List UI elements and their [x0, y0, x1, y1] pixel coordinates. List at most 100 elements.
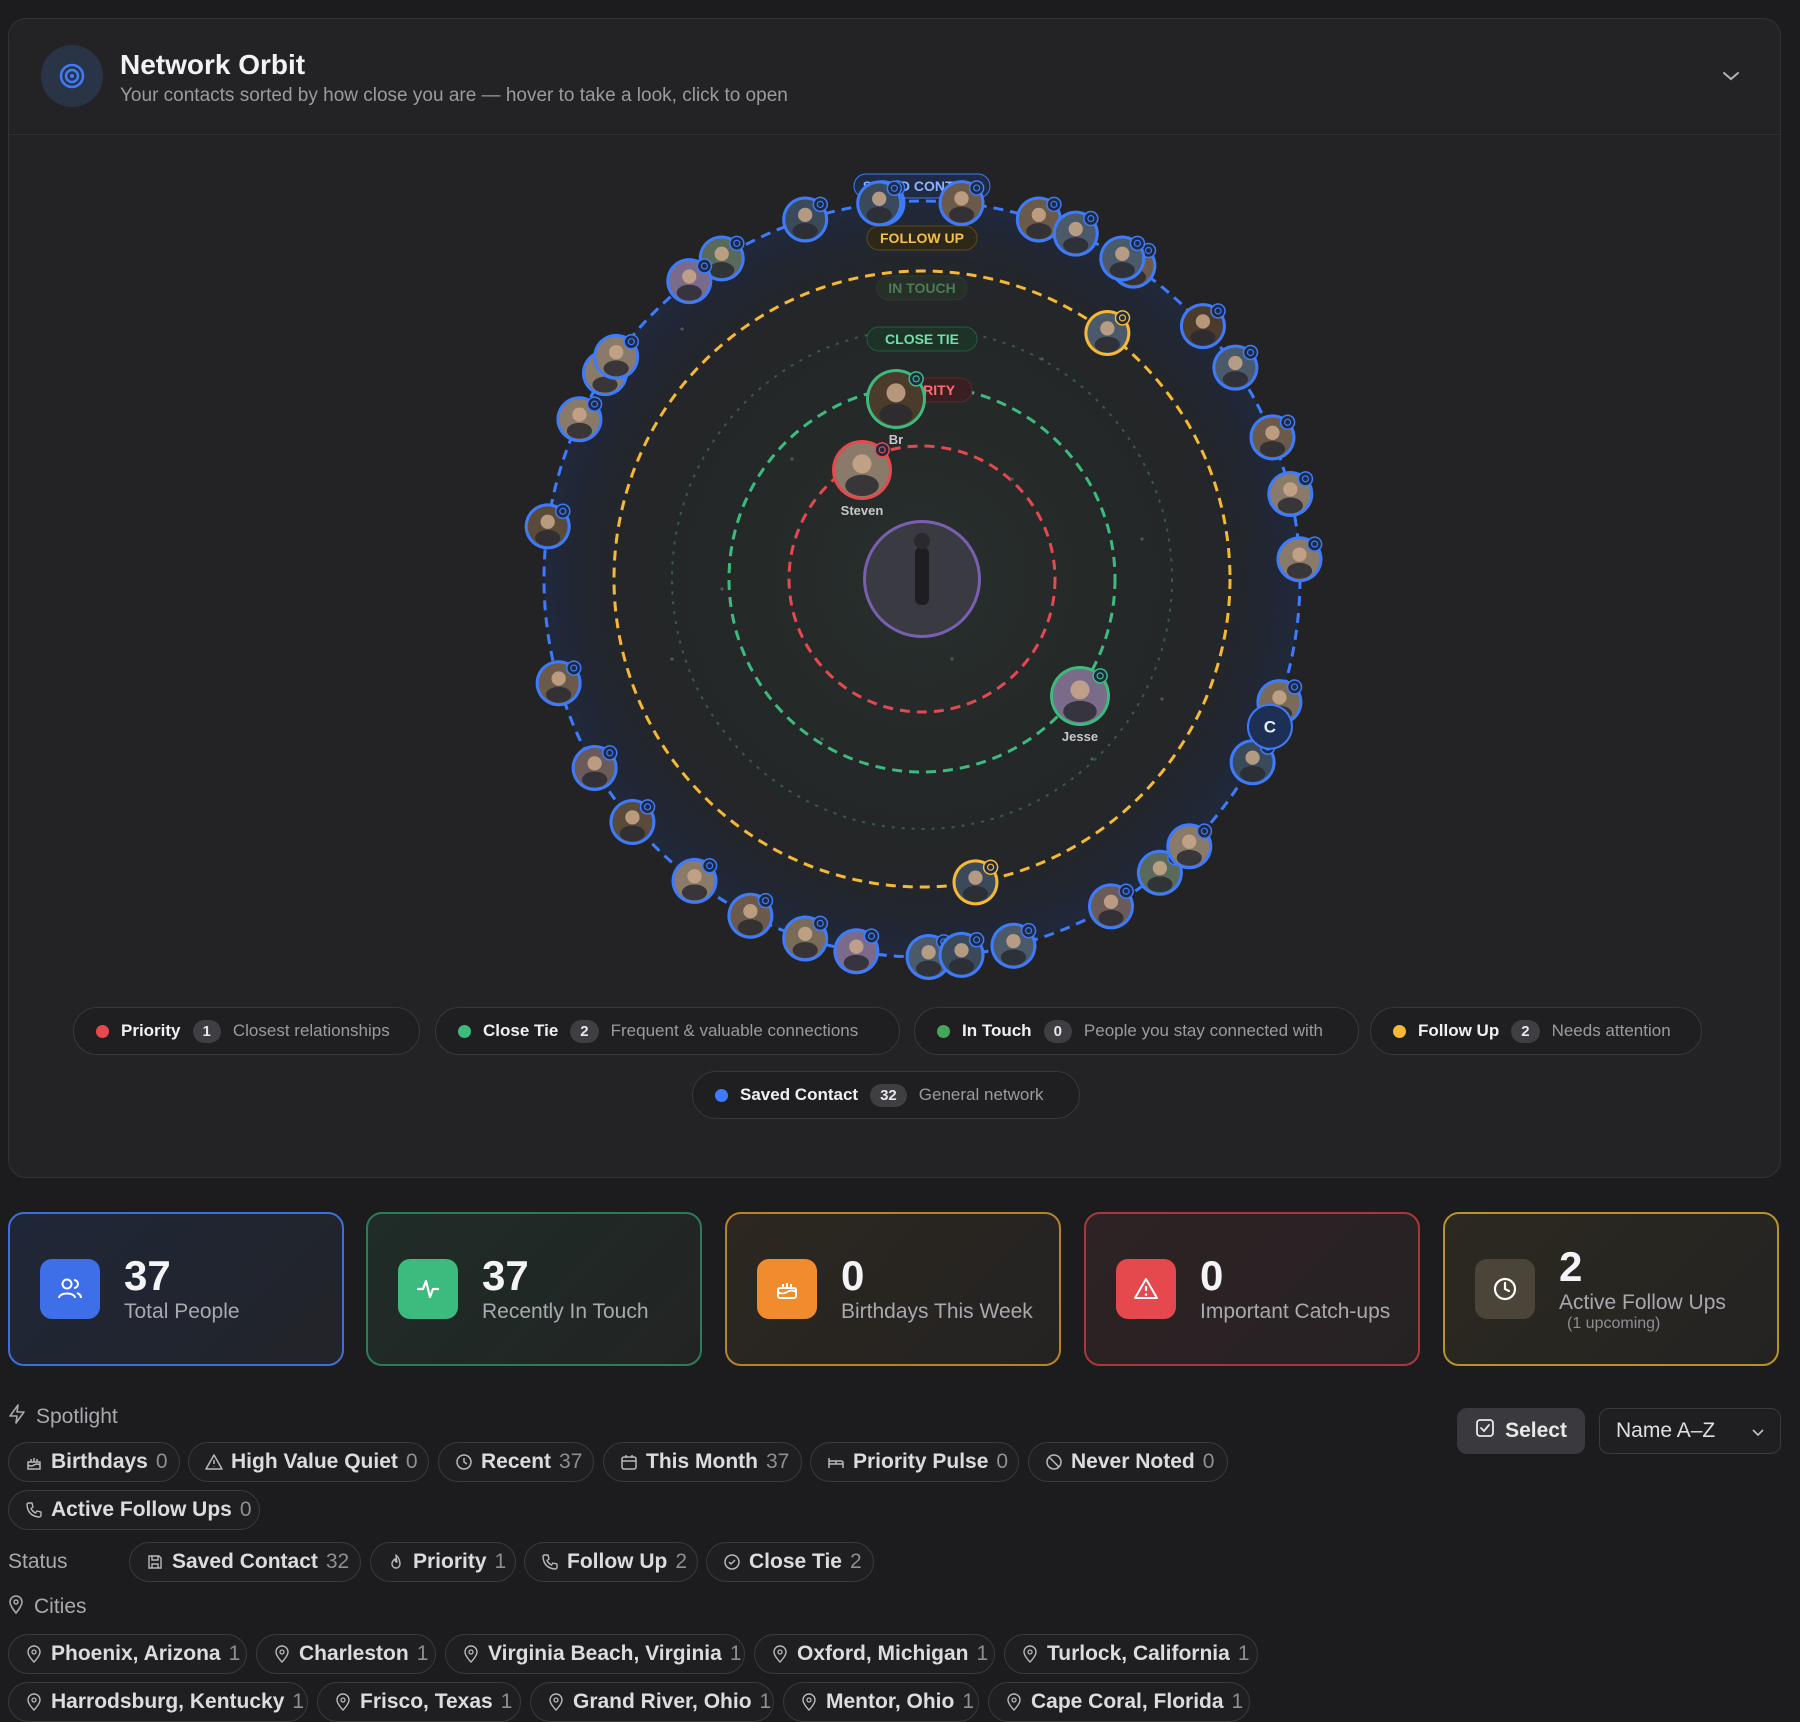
saved-contact-avatar-initials[interactable]: C: [1246, 703, 1293, 750]
select-button[interactable]: Select: [1457, 1408, 1585, 1454]
city-chip-phoenix-arizona[interactable]: Phoenix, Arizona 1: [8, 1634, 247, 1674]
spotlight-chip-priority-pulse[interactable]: Priority Pulse 0: [810, 1442, 1019, 1482]
stat-card-birthdays-this-week[interactable]: 0 Birthdays This Week: [725, 1212, 1061, 1366]
alert-triangle-icon: [205, 1453, 223, 1471]
saved-contact-avatar[interactable]: [1166, 823, 1213, 870]
city-chip-turlock-california[interactable]: Turlock, California 1: [1004, 1634, 1258, 1674]
saved-contact-avatar[interactable]: [609, 798, 656, 845]
chip-label: Harrodsburg, Kentucky: [51, 1690, 285, 1713]
orbit-particle: [1090, 757, 1094, 761]
chip-label: Turlock, California: [1047, 1642, 1230, 1665]
orbit-particle: [820, 737, 824, 741]
spotlight-chip-recent[interactable]: Recent 37: [438, 1442, 594, 1482]
saved-contact-avatar[interactable]: [1099, 235, 1146, 282]
saved-contact-avatar[interactable]: [1249, 414, 1296, 461]
priority-avatar-steven[interactable]: Steven: [832, 440, 892, 518]
stat-card-total-people[interactable]: 37 Total People: [8, 1212, 344, 1366]
chip-count: 37: [765, 1450, 790, 1473]
status-chip-follow-up[interactable]: Follow Up 2: [524, 1542, 698, 1582]
follow-up-avatar[interactable]: [1084, 310, 1131, 357]
saved-contact-avatar[interactable]: [593, 333, 640, 380]
chip-count: 1: [962, 1690, 975, 1713]
saved-contact-avatar[interactable]: [1267, 470, 1314, 517]
saved-contact-avatar[interactable]: [856, 180, 903, 227]
chip-count: 0: [996, 1450, 1009, 1473]
spotlight-chip-this-month[interactable]: This Month 37: [603, 1442, 802, 1482]
city-chip-oxford-michigan[interactable]: Oxford, Michigan 1: [754, 1634, 995, 1674]
legend-item-follow-up[interactable]: Follow Up 2 Needs attention: [1370, 1007, 1702, 1055]
saved-contact-avatar[interactable]: [782, 915, 829, 962]
orbit-particle: [1010, 477, 1014, 481]
city-chip-virginia-beach-virginia[interactable]: Virginia Beach, Virginia 1: [445, 1634, 745, 1674]
stat-value: 37: [482, 1252, 529, 1299]
status-chip-saved-contact[interactable]: Saved Contact 32: [129, 1542, 361, 1582]
activity-icon: [398, 1259, 458, 1319]
chip-count: 1: [1237, 1642, 1250, 1665]
self-avatar[interactable]: [863, 520, 981, 638]
saved-contact-avatar[interactable]: [782, 196, 829, 243]
legend-item-saved-contact[interactable]: Saved Contact 32 General network: [692, 1071, 1080, 1119]
legend-count: 1: [192, 1019, 221, 1043]
chip-count: 1: [1231, 1690, 1244, 1713]
legend-description: People you stay connected with: [1083, 1021, 1324, 1040]
status-chip-priority[interactable]: Priority 1: [370, 1542, 516, 1582]
city-chip-mentor-ohio[interactable]: Mentor, Ohio 1: [783, 1682, 979, 1722]
ring-label-intouch: IN TOUCH: [876, 275, 968, 301]
saved-contact-avatar[interactable]: [1276, 536, 1323, 583]
stat-card-recently-in-touch[interactable]: 37 Recently In Touch: [366, 1212, 702, 1366]
map-pin-icon: [8, 1594, 24, 1620]
sort-dropdown[interactable]: Name A–Z: [1599, 1408, 1781, 1454]
chip-count: 0: [239, 1498, 252, 1521]
status-heading: Status: [8, 1550, 68, 1574]
city-chip-cape-coral-florida[interactable]: Cape Coral, Florida 1: [988, 1682, 1250, 1722]
spotlight-label: Spotlight: [36, 1405, 118, 1428]
stat-card-active-follow-ups[interactable]: 2 Active Follow Ups (1 upcoming): [1443, 1212, 1779, 1366]
legend-item-close-tie[interactable]: Close Tie 2 Frequent & valuable connection…: [435, 1007, 900, 1055]
legend-name: Close Tie: [483, 1021, 559, 1040]
lightning-icon: [8, 1404, 26, 1430]
saved-contact-avatar[interactable]: [990, 922, 1037, 969]
stat-label: Active Follow Ups: [1559, 1291, 1726, 1314]
legend-count: 2: [1511, 1019, 1540, 1043]
map-pin-icon: [1021, 1645, 1039, 1663]
city-chip-harrodsburg-kentucky[interactable]: Harrodsburg, Kentucky 1: [8, 1682, 308, 1722]
saved-contact-avatar[interactable]: [556, 396, 603, 443]
saved-contact-avatar[interactable]: [1179, 303, 1226, 350]
status-chip-close-tie[interactable]: Close Tie 2: [706, 1542, 874, 1582]
map-pin-icon: [800, 1693, 818, 1711]
clock-icon: [1475, 1259, 1535, 1319]
chip-count: 0: [405, 1450, 418, 1473]
spotlight-chip-active-follow-ups[interactable]: Active Follow Ups 0: [8, 1490, 260, 1530]
ring-label-follow: FOLLOW UP: [866, 225, 978, 251]
stat-card-important-catch-ups[interactable]: 0 Important Catch-ups: [1084, 1212, 1420, 1366]
saved-contact-avatar[interactable]: [727, 892, 774, 939]
saved-contact-avatar[interactable]: [524, 503, 571, 550]
saved-contact-avatar[interactable]: [666, 258, 713, 305]
saved-contact-avatar[interactable]: [571, 745, 618, 791]
chip-label: Birthdays: [51, 1450, 148, 1473]
svg-text:FOLLOW UP: FOLLOW UP: [880, 230, 964, 246]
cake-icon: [757, 1259, 817, 1319]
saved-contact-avatar[interactable]: [535, 660, 582, 707]
chip-label: This Month: [646, 1450, 758, 1473]
saved-contact-avatar[interactable]: [938, 180, 985, 227]
spotlight-chip-high-value-quiet[interactable]: High Value Quiet 0: [188, 1442, 429, 1482]
city-chip-grand-river-ohio[interactable]: Grand River, Ohio 1: [530, 1682, 774, 1722]
city-chip-charleston[interactable]: Charleston 1: [256, 1634, 436, 1674]
saved-contact-avatar[interactable]: [1052, 210, 1099, 257]
saved-contact-avatar[interactable]: [938, 931, 985, 978]
spotlight-chip-birthdays[interactable]: Birthdays 0: [8, 1442, 180, 1482]
chip-label: High Value Quiet: [231, 1450, 398, 1473]
saved-contact-avatar[interactable]: [833, 928, 880, 975]
spotlight-chip-never-noted[interactable]: Never Noted 0: [1028, 1442, 1228, 1482]
chip-count: 0: [1202, 1450, 1215, 1473]
saved-contact-avatar[interactable]: [671, 857, 718, 904]
legend-item-in-touch[interactable]: In Touch 0 People you stay connected with: [914, 1007, 1359, 1055]
saved-contact-avatar[interactable]: [1088, 883, 1134, 930]
chip-count: 2: [675, 1550, 688, 1573]
legend-item-priority[interactable]: Priority 1 Closest relationships: [73, 1007, 420, 1055]
chip-label: Virginia Beach, Virginia: [488, 1642, 722, 1665]
follow-up-avatar[interactable]: [952, 859, 999, 906]
city-chip-frisco-texas[interactable]: Frisco, Texas 1: [317, 1682, 521, 1722]
saved-contact-avatar[interactable]: [1212, 344, 1259, 391]
